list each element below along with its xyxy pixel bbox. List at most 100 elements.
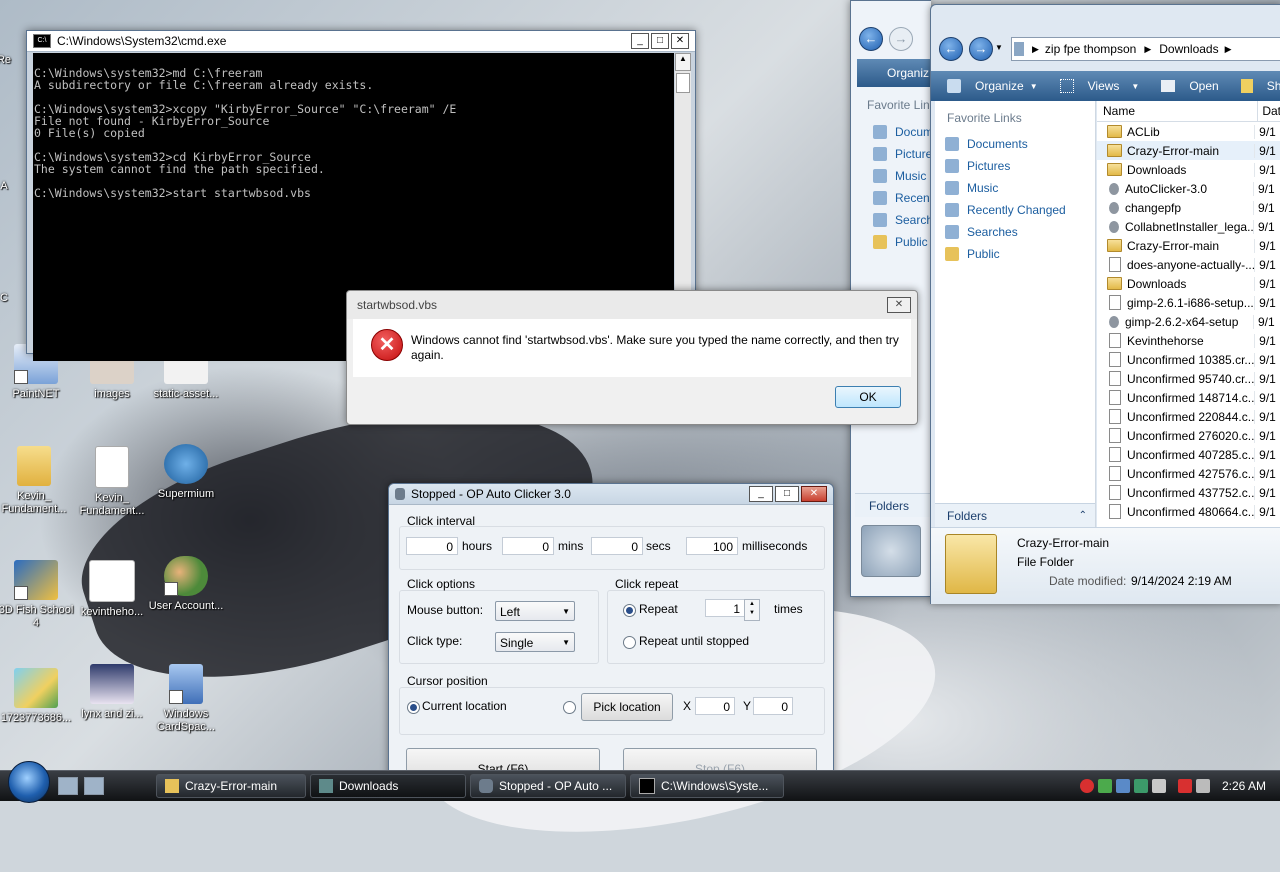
milliseconds-input[interactable]: 100 — [686, 537, 738, 555]
tray-app-icon[interactable] — [1133, 779, 1148, 793]
desktop-icon-user-accounts[interactable]: User Account... — [146, 556, 226, 613]
forward-arrow-icon[interactable]: → — [889, 27, 913, 51]
file-row[interactable]: Unconfirmed 148714.c... 9/1 — [1097, 388, 1280, 407]
file-row[interactable]: changepfp 9/1 — [1097, 198, 1280, 217]
secs-input[interactable]: 0 — [591, 537, 643, 555]
file-row[interactable]: Downloads 9/1 — [1097, 274, 1280, 293]
address-bar[interactable]: ▶ zip fpe thompson ▶ Downloads ▶ — [1011, 37, 1280, 61]
file-row[interactable]: does-anyone-actually-... 9/1 — [1097, 255, 1280, 274]
current-location-radio[interactable] — [407, 701, 420, 714]
breadcrumb-item[interactable]: Downloads — [1159, 38, 1218, 60]
desktop-icon-windows-cardspace[interactable]: Windows CardSpac... — [146, 664, 226, 734]
breadcrumb-item[interactable]: zip fpe thompson — [1045, 38, 1136, 60]
close-button[interactable]: ✕ — [671, 33, 689, 49]
explorer-window[interactable]: ← → ▼ ▶ zip fpe thompson ▶ Downloads ▶ O… — [930, 4, 1280, 604]
network-disconnected-icon[interactable] — [1177, 779, 1192, 793]
file-row[interactable]: Crazy-Error-main 9/1 — [1097, 141, 1280, 160]
security-alert-icon[interactable] — [1079, 779, 1094, 793]
file-row[interactable]: Kevinthehorse 9/1 — [1097, 331, 1280, 350]
back-arrow-icon[interactable]: ← — [939, 37, 963, 61]
taskbar-button-cmd[interactable]: C:\Windows\Syste... — [630, 774, 784, 798]
file-row[interactable]: CollabnetInstaller_lega... 9/1 — [1097, 217, 1280, 236]
close-button[interactable]: ✕ — [801, 486, 827, 502]
ok-button[interactable]: OK — [835, 386, 901, 408]
forward-arrow-icon[interactable]: → — [969, 37, 993, 61]
nav-link-pictures[interactable]: Pictures — [935, 155, 1095, 177]
tray-app-icon[interactable] — [1151, 779, 1166, 793]
taskbar-button-auto-clicker[interactable]: Stopped - OP Auto ... — [470, 774, 626, 798]
file-row[interactable]: Unconfirmed 276020.c... 9/1 — [1097, 426, 1280, 445]
hours-input[interactable]: 0 — [406, 537, 458, 555]
file-row[interactable]: Unconfirmed 10385.cr... 9/1 — [1097, 350, 1280, 369]
volume-muted-icon[interactable] — [1195, 779, 1210, 793]
share-button[interactable]: Share — [1233, 79, 1280, 93]
switch-windows-icon[interactable] — [84, 777, 104, 795]
repeat-until-stopped-radio[interactable] — [623, 636, 636, 649]
taskbar-button-downloads[interactable]: Downloads — [310, 774, 466, 798]
nav-link-public[interactable]: Public — [935, 243, 1095, 265]
file-row[interactable]: Unconfirmed 427576.c... 9/1 — [1097, 464, 1280, 483]
error-dialog-title: startwbsod.vbs — [357, 298, 438, 312]
views-button[interactable]: Views ▼ — [1052, 79, 1139, 93]
desktop-icon-kevintheho[interactable]: kevintheho... — [72, 560, 152, 619]
file-row[interactable]: AutoClicker-3.0 9/1 — [1097, 179, 1280, 198]
mouse-button-select[interactable]: Left ▼ — [495, 601, 575, 621]
organize-button[interactable]: Organize ▼ — [939, 79, 1038, 93]
network-icon[interactable] — [1097, 779, 1112, 793]
auto-clicker-titlebar[interactable]: Stopped - OP Auto Clicker 3.0 _ □ ✕ — [389, 484, 833, 505]
close-button[interactable]: ✕ — [887, 297, 911, 313]
nav-link-recently-changed[interactable]: Recently Changed — [935, 199, 1095, 221]
maximize-button[interactable]: □ — [651, 33, 669, 49]
history-dropdown-icon[interactable]: ▼ — [995, 43, 1003, 52]
start-button[interactable] — [8, 761, 50, 803]
file-row[interactable]: Unconfirmed 95740.cr... 9/1 — [1097, 369, 1280, 388]
column-header-date[interactable]: Dat — [1257, 101, 1280, 121]
maximize-button[interactable]: □ — [775, 486, 799, 502]
file-row[interactable]: Downloads 9/1 — [1097, 160, 1280, 179]
open-button[interactable]: Open — [1153, 79, 1219, 93]
pick-location-button[interactable]: Pick location — [581, 693, 673, 721]
mins-input[interactable]: 0 — [502, 537, 554, 555]
file-row[interactable]: Unconfirmed 220844.c... 9/1 — [1097, 407, 1280, 426]
desktop-icon-kevin-fundament-1[interactable]: Kevin_ Fundament... — [0, 446, 74, 516]
file-row[interactable]: gimp-2.6.1-i686-setup.... 9/1 — [1097, 293, 1280, 312]
back-arrow-icon[interactable]: ← — [859, 27, 883, 51]
taskbar-button-crazy-error-main[interactable]: Crazy-Error-main — [156, 774, 306, 798]
desktop-icon-kevin-fundament-2[interactable]: Kevin_ Fundament... — [72, 446, 152, 518]
organize-button-back[interactable]: Organiz — [857, 59, 931, 87]
y-input[interactable]: 0 — [753, 697, 793, 715]
file-row[interactable]: Crazy-Error-main 9/1 — [1097, 236, 1280, 255]
desktop-icon-lynx-and-zi[interactable]: lynx and zi... — [72, 664, 152, 721]
desktop-icon-supermium[interactable]: Supermium — [146, 444, 226, 501]
nav-link-documents[interactable]: Documents — [935, 133, 1095, 155]
cmd-titlebar[interactable]: C:\ C:\Windows\System32\cmd.exe _ □ ✕ — [27, 31, 695, 52]
error-dialog[interactable]: startwbsod.vbs ✕ ✕ Windows cannot find '… — [346, 290, 918, 425]
desktop-icon-1723773686[interactable]: 1723773686... — [0, 668, 76, 725]
auto-clicker-window[interactable]: Stopped - OP Auto Clicker 3.0 _ □ ✕ Clic… — [388, 483, 834, 785]
click-type-select[interactable]: Single ▼ — [495, 632, 575, 652]
tray-app-icon[interactable] — [1115, 779, 1130, 793]
column-header-name[interactable]: Name — [1097, 101, 1257, 121]
nav-link-searches[interactable]: Searches — [935, 221, 1095, 243]
file-row[interactable]: Unconfirmed 437752.c... 9/1 — [1097, 483, 1280, 502]
file-row[interactable]: ACLib 9/1 — [1097, 122, 1280, 141]
folders-toggle-back[interactable]: Folders — [855, 493, 931, 517]
pick-location-radio[interactable] — [563, 701, 576, 714]
error-dialog-titlebar[interactable]: startwbsod.vbs ✕ — [347, 291, 917, 319]
scroll-thumb[interactable] — [676, 73, 690, 93]
minimize-button[interactable]: _ — [749, 486, 773, 502]
desktop-icon-3d-fish-school[interactable]: 3D Fish School 4 — [0, 560, 76, 630]
folders-toggle[interactable]: Folders ⌃ — [935, 503, 1095, 527]
x-input[interactable]: 0 — [695, 697, 735, 715]
clock[interactable]: 2:26 AM — [1222, 779, 1266, 793]
nav-link-music[interactable]: Music — [935, 177, 1095, 199]
show-desktop-icon[interactable] — [58, 777, 78, 795]
minimize-button[interactable]: _ — [631, 33, 649, 49]
scroll-up-icon[interactable]: ▲ — [675, 53, 691, 71]
file-row[interactable]: gimp-2.6.2-x64-setup 9/1 — [1097, 312, 1280, 331]
repeat-count-input[interactable]: 1 — [705, 599, 745, 617]
file-row[interactable]: Unconfirmed 480664.c... 9/1 — [1097, 502, 1280, 521]
file-row[interactable]: Unconfirmed 407285.c... 9/1 — [1097, 445, 1280, 464]
repeat-radio[interactable] — [623, 604, 636, 617]
repeat-spinner[interactable]: ▲ ▼ — [744, 599, 760, 621]
